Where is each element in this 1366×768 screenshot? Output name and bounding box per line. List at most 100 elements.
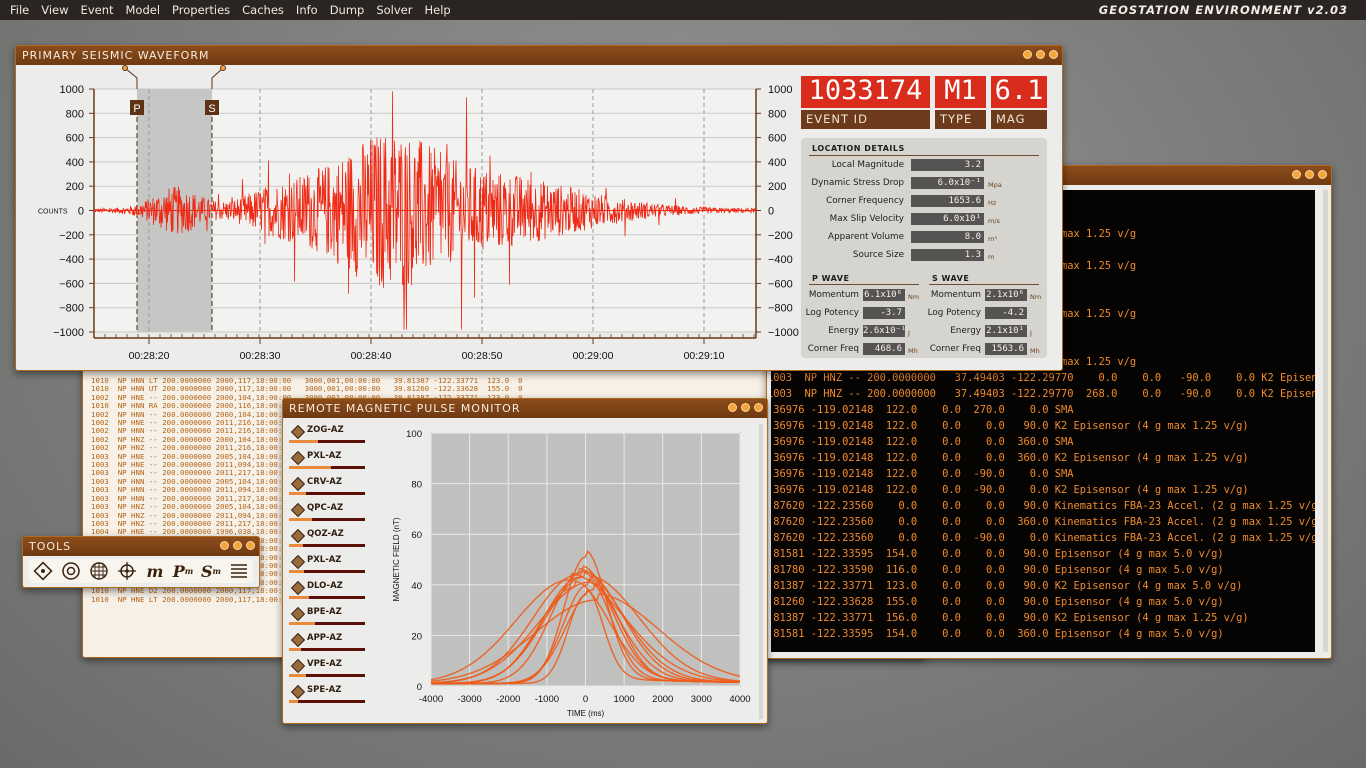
event-id-label: EVENT ID — [801, 110, 930, 129]
menu-dump[interactable]: Dump — [324, 3, 371, 17]
p-wave-header: P WAVE — [812, 274, 850, 283]
corner-frequency-unit: Hz — [988, 199, 997, 207]
menu-event[interactable]: Event — [75, 3, 120, 17]
close-icon[interactable] — [754, 403, 763, 412]
console-scrollbar[interactable] — [1323, 190, 1328, 652]
window-title: REMOTE MAGNETIC PULSE MONITOR — [289, 402, 521, 415]
local-magnitude-value: 3.2 — [911, 159, 984, 171]
s-momentum-value: 2.1x10⁶ — [985, 289, 1027, 301]
s-corner-freq-unit: Mh — [1030, 347, 1040, 355]
y-tick-label: 400 — [66, 157, 84, 169]
target-circle-icon[interactable] — [60, 560, 82, 582]
y-tick-label: 600 — [66, 133, 84, 145]
y-tick-label: 20 — [411, 631, 422, 642]
console-line: .81780 -122.33590 116.0 0.0 0.0 90.0 Epi… — [771, 564, 1224, 576]
x-axis-label: TIME (ms) — [567, 709, 605, 718]
list-lines-icon[interactable] — [228, 560, 250, 582]
x-tick-label: 00:29:10 — [684, 350, 725, 362]
menu-bar: File View Event Model Properties Caches … — [0, 0, 1366, 20]
y-tick-label-right: −1000 — [768, 327, 799, 339]
y-tick-label-right: −200 — [768, 230, 793, 242]
edit-icon[interactable] — [728, 403, 737, 412]
max-slip-velocity-label: Max Slip Velocity — [829, 214, 904, 224]
s-subscript: m — [212, 566, 222, 576]
seismic-titlebar[interactable]: PRIMARY SEISMIC WAVEFORM — [16, 46, 1062, 65]
p-magnitude-icon[interactable]: Pm — [172, 560, 194, 582]
s-magnitude-icon[interactable]: Sm — [200, 560, 222, 582]
s-momentum-label: Momentum — [930, 290, 981, 300]
apparent-volume-label: Apparent Volume — [828, 232, 904, 242]
menu-view[interactable]: View — [35, 3, 74, 17]
menu-help[interactable]: Help — [418, 3, 456, 17]
menu-solver[interactable]: Solver — [370, 3, 418, 17]
y-axis-label: MAGNETIC FIELD (nT) — [392, 517, 401, 601]
p-log-potency-value: -3.7 — [863, 307, 905, 319]
close-icon[interactable] — [1049, 50, 1058, 59]
marker-handle-knob — [122, 65, 128, 71]
y-tick-label-right: 0 — [768, 206, 774, 218]
s-energy-value: 2.1x10¹ — [985, 325, 1027, 337]
stress-drop-value: 6.0x10⁻¹ — [911, 177, 984, 189]
local-magnitude-label: Local Magnitude — [831, 160, 904, 170]
console-line: .81387 -122.33771 123.0 0.0 0.0 90.0 K2 … — [771, 580, 1243, 592]
maximize-icon[interactable] — [741, 403, 750, 412]
event-magnitude-label: MAG — [991, 110, 1047, 129]
s-glyph: S — [200, 561, 213, 581]
edit-icon[interactable] — [220, 541, 229, 550]
x-tick-label: 0 — [583, 694, 588, 705]
x-tick-label: 4000 — [729, 694, 750, 705]
source-size-unit: m — [988, 253, 995, 261]
console-line: 1003 NP HNZ -- 200.0000000 37.49403 -122… — [771, 372, 1315, 384]
maximize-icon[interactable] — [1305, 170, 1314, 179]
window-title: PRIMARY SEISMIC WAVEFORM — [22, 49, 210, 62]
close-icon[interactable] — [246, 541, 255, 550]
event-id-value: 1033174 — [801, 76, 930, 108]
y-axis-label: COUNTS — [38, 209, 68, 216]
menu-file[interactable]: File — [4, 3, 35, 17]
marker-handle — [211, 67, 224, 89]
p-energy-value: 2.6x10⁻¹ — [863, 325, 907, 337]
s-log-potency-value: -4.2 — [985, 307, 1027, 319]
seismic-waveform-window: PRIMARY SEISMIC WAVEFORM 1000 1000 800 800 6… — [15, 45, 1063, 371]
apparent-volume-value: 8.0 — [911, 231, 984, 243]
close-icon[interactable] — [1318, 170, 1327, 179]
p-corner-freq-label: Corner Freq — [807, 344, 859, 354]
maximize-icon[interactable] — [233, 541, 242, 550]
p-corner-freq-unit: Mh — [908, 347, 918, 355]
globe-grid-icon[interactable] — [88, 560, 110, 582]
event-magnitude-value: 6.1 — [991, 76, 1047, 108]
magnitude-glyph: m — [146, 561, 164, 581]
stress-drop-label: Dynamic Stress Drop — [811, 178, 904, 188]
magnetic-pulse-monitor-window: REMOTE MAGNETIC PULSE MONITOR ZOG-AZ PXL-… — [282, 398, 768, 724]
edit-icon[interactable] — [1023, 50, 1032, 59]
x-tick-label: 2000 — [652, 694, 673, 705]
crosshair-icon[interactable] — [116, 560, 138, 582]
console-line: .36976 -119.02148 122.0 0.0 -90.0 0.0 SM… — [771, 468, 1074, 480]
y-tick-label: −200 — [59, 230, 84, 242]
magnetic-scrollbar — [759, 424, 763, 719]
location-details-header: LOCATION DETAILS — [812, 144, 905, 153]
menu-properties[interactable]: Properties — [166, 3, 236, 17]
y-tick-label: 0 — [417, 682, 422, 693]
magnitude-icon[interactable]: m — [144, 560, 166, 582]
edit-icon[interactable] — [1292, 170, 1301, 179]
y-tick-label: −1000 — [53, 327, 84, 339]
menu-caches[interactable]: Caches — [236, 3, 290, 17]
menu-model[interactable]: Model — [120, 3, 167, 17]
divider — [809, 284, 919, 285]
target-diamond-icon[interactable] — [32, 560, 54, 582]
p-subscript: m — [184, 566, 194, 576]
console-line: .87620 -122.23560 0.0 0.0 0.0 360.0 Kine… — [771, 516, 1315, 528]
maximize-icon[interactable] — [1036, 50, 1045, 59]
phase-marker-label: P — [133, 103, 140, 115]
magnetic-titlebar[interactable]: REMOTE MAGNETIC PULSE MONITOR — [283, 399, 767, 418]
menu-info[interactable]: Info — [290, 3, 324, 17]
y-tick-label: 800 — [66, 108, 84, 120]
s-wave-header: S WAVE — [932, 274, 970, 283]
x-tick-label: 00:28:20 — [129, 350, 170, 362]
y-tick-label-right: 400 — [768, 157, 786, 169]
s-corner-freq-label: Corner Freq — [929, 344, 981, 354]
y-tick-label-right: 600 — [768, 133, 786, 145]
x-tick-label: -1000 — [535, 694, 559, 705]
s-log-potency-label: Log Potency — [927, 308, 981, 318]
